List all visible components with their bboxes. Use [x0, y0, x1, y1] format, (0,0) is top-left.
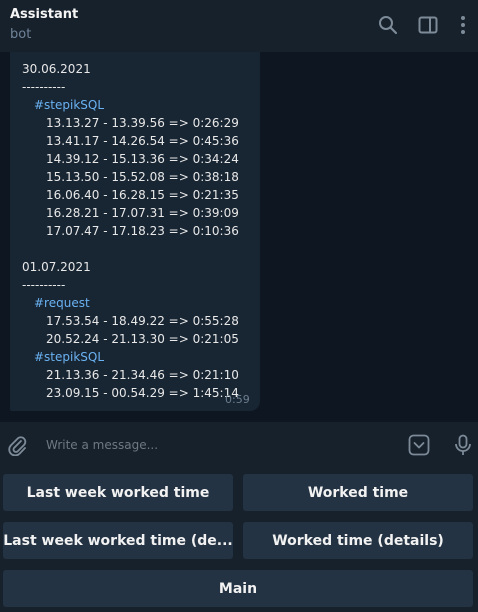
- chat-title[interactable]: Assistant: [10, 7, 78, 22]
- chat-header: Assistant bot: [0, 0, 478, 52]
- message-line: 16.28.21 - 17.07.31 => 0:39:09: [46, 206, 239, 220]
- bot-keyboard: Last week worked time Worked time Last w…: [0, 468, 478, 612]
- hashtag-line[interactable]: #request: [34, 296, 90, 310]
- message-composer: Write a message...: [0, 422, 478, 468]
- worked-time-details-button[interactable]: Worked time (details): [243, 522, 473, 559]
- message-time: 0:59: [225, 393, 250, 406]
- message-line: 23.09.15 - 00.54.29 => 1:45:14: [46, 386, 239, 400]
- message-line: ----------: [22, 278, 66, 292]
- last-week-worked-time-details-button[interactable]: Last week worked time (de...: [3, 522, 233, 559]
- microphone-icon[interactable]: [452, 434, 474, 456]
- last-week-worked-time-button[interactable]: Last week worked time: [3, 474, 233, 511]
- sidebar-toggle-icon[interactable]: [417, 14, 439, 36]
- message-bubble[interactable]: 30.06.2021 ---------- #stepikSQL 13.13.27 -…: [10, 52, 260, 411]
- keyboard-toggle-icon[interactable]: [408, 434, 430, 456]
- message-line: 13.13.27 - 13.39.56 => 0:26:29: [46, 116, 239, 130]
- message-line: 13.41.17 - 14.26.54 => 0:45:36: [46, 134, 239, 148]
- message-line: ----------: [22, 80, 66, 94]
- worked-time-button[interactable]: Worked time: [243, 474, 473, 511]
- search-icon[interactable]: [377, 14, 399, 36]
- attach-icon[interactable]: [6, 434, 28, 456]
- chat-status: bot: [10, 27, 32, 42]
- message-line: 20.52.24 - 21.13.30 => 0:21:05: [46, 332, 239, 346]
- message-line: 15.13.50 - 15.52.08 => 0:38:18: [46, 170, 239, 184]
- hashtag-line[interactable]: #stepikSQL: [34, 98, 104, 112]
- message-line: 17.53.54 - 18.49.22 => 0:55:28: [46, 314, 239, 328]
- message-line: 16.06.40 - 16.28.15 => 0:21:35: [46, 188, 239, 202]
- message-input[interactable]: Write a message...: [46, 438, 158, 452]
- message-line: 30.06.2021: [22, 62, 91, 76]
- message-line: 21.13.36 - 21.34.46 => 0:21:10: [46, 368, 239, 382]
- message-line: 01.07.2021: [22, 260, 91, 274]
- hashtag-line[interactable]: #stepikSQL: [34, 350, 104, 364]
- message-line: 14.39.12 - 15.13.36 => 0:34:24: [46, 152, 239, 166]
- main-button[interactable]: Main: [3, 570, 473, 607]
- message-list[interactable]: 30.06.2021 ---------- #stepikSQL 13.13.27 -…: [0, 52, 478, 422]
- message-line: 17.07.47 - 17.18.23 => 0:10:36: [46, 224, 239, 238]
- more-vertical-icon[interactable]: [452, 14, 474, 36]
